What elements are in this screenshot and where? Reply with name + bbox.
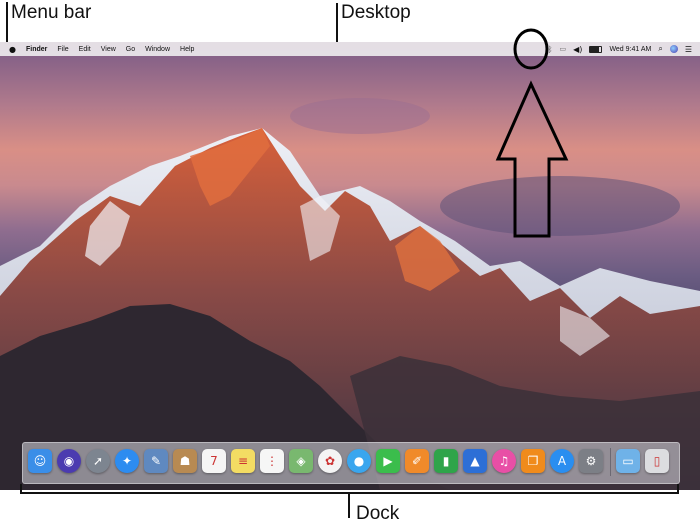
notification-center-icon[interactable]: ☰ <box>685 45 692 54</box>
apple-logo-icon[interactable]: ● <box>9 45 16 54</box>
menu-edit[interactable]: Edit <box>79 46 91 53</box>
siri-icon[interactable]: ◉ <box>57 449 81 473</box>
siri-icon[interactable] <box>669 45 678 53</box>
menu-file[interactable]: File <box>57 46 68 53</box>
airplay-icon[interactable]: ▭ <box>560 45 567 53</box>
app-store-icon[interactable]: A <box>550 449 574 473</box>
keynote-icon[interactable]: ▲ <box>463 449 487 473</box>
launchpad-icon[interactable]: ➚ <box>86 449 110 473</box>
photo-browser-icon[interactable]: ✎ <box>144 449 168 473</box>
contacts-icon[interactable]: ☗ <box>173 449 197 473</box>
clock[interactable]: Wed 9:41 AM <box>609 46 651 53</box>
itunes-icon[interactable]: ♫ <box>492 449 516 473</box>
status-menu-area: ᛒ ▭ ◀) Wed 9:41 AM ⌕ ☰ <box>548 42 692 56</box>
system-preferences-icon[interactable]: ⚙ <box>579 449 603 473</box>
downloads-folder-icon[interactable]: ▭ <box>616 449 640 473</box>
reminders-icon[interactable]: ⋮ <box>260 449 284 473</box>
desktop[interactable]: ● Finder File Edit View Go Window Help ᛒ… <box>0 42 700 490</box>
desktop-label: Desktop <box>341 2 411 23</box>
pages-icon[interactable]: ✐ <box>405 449 429 473</box>
menu-go[interactable]: Go <box>126 46 135 53</box>
menu-bar-label: Menu bar <box>11 2 92 23</box>
finder-icon[interactable]: ☺ <box>28 449 52 473</box>
dock-bracket-right <box>677 484 679 494</box>
calendar-icon[interactable]: 7 <box>202 449 226 473</box>
notes-icon[interactable]: ≡ <box>231 449 255 473</box>
ibooks-icon[interactable]: ❐ <box>521 449 545 473</box>
dock-label: Dock <box>356 503 400 524</box>
wallpaper-mountains <box>0 98 700 490</box>
menu-help[interactable]: Help <box>180 46 194 53</box>
menu-finder[interactable]: Finder <box>26 46 47 53</box>
facetime-icon[interactable]: ▶ <box>376 449 400 473</box>
messages-icon[interactable]: ● <box>347 449 371 473</box>
menu-window[interactable]: Window <box>145 46 170 53</box>
menu-view[interactable]: View <box>101 46 116 53</box>
menu-bar: ● Finder File Edit View Go Window Help ᛒ… <box>0 42 700 56</box>
dock-separator <box>610 448 611 476</box>
trash-icon[interactable]: ▯ <box>645 449 669 473</box>
safari-icon[interactable]: ✦ <box>115 449 139 473</box>
dock: ☺ ◉ ➚ ✦ ✎ ☗ 7 ≡ ⋮ ◈ ✿ ● ▶ ✐ ▮ ▲ ♫ ❐ A ⚙ ▭ ▯ <box>22 442 680 484</box>
dock-leader-line <box>348 494 350 518</box>
photos-icon[interactable]: ✿ <box>318 449 342 473</box>
battery-icon[interactable] <box>589 45 603 53</box>
maps-icon[interactable]: ◈ <box>289 449 313 473</box>
volume-icon[interactable]: ◀) <box>573 45 582 54</box>
bluetooth-icon[interactable]: ᛒ <box>548 45 553 54</box>
spotlight-search-icon[interactable]: ⌕ <box>658 44 662 54</box>
numbers-icon[interactable]: ▮ <box>434 449 458 473</box>
